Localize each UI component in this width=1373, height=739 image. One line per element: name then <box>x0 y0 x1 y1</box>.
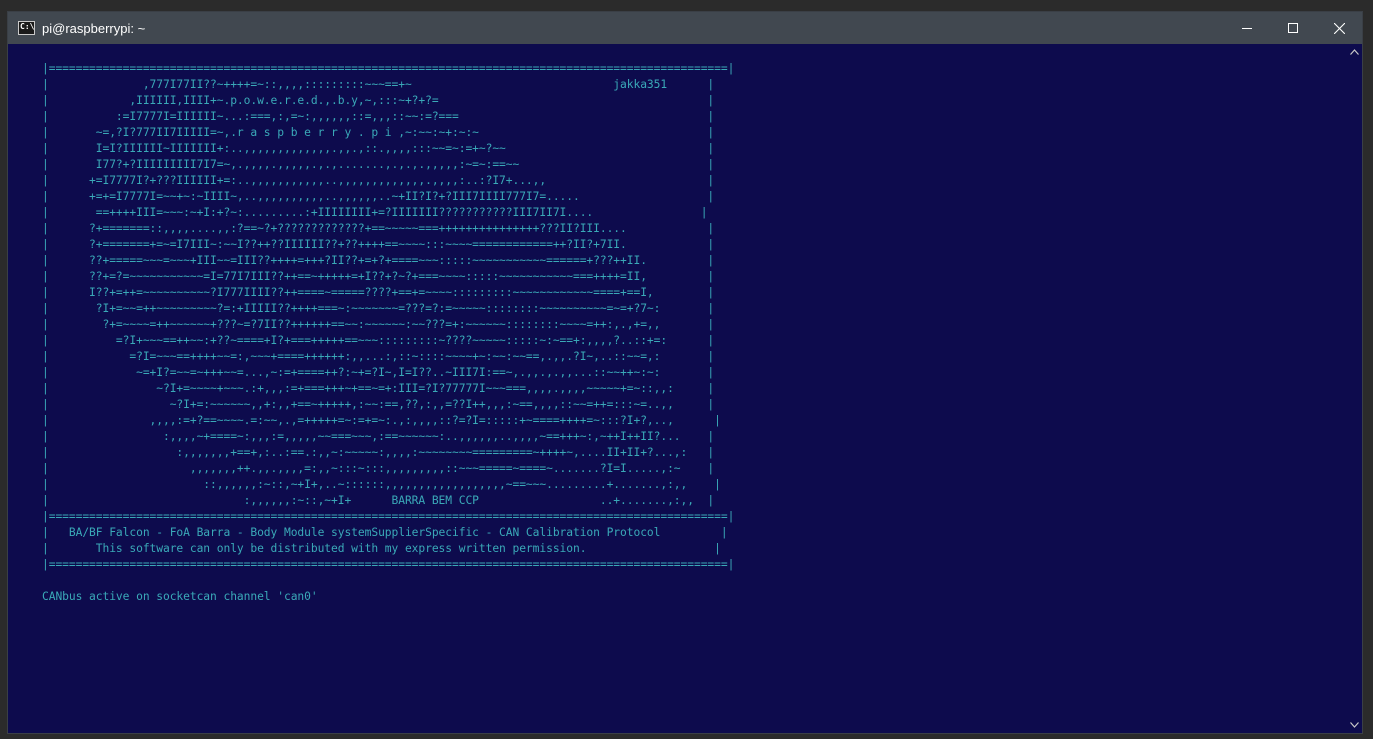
terminal-line: | ,IIIIII,IIII+~.p.o.w.e.r.e.d.,.b.y,~,:… <box>42 94 715 107</box>
terminal-line: | I=I?IIIIII~IIIIIII+:..,,,,,,,,,,,,,.,,… <box>42 142 715 155</box>
maximize-button[interactable] <box>1270 12 1316 44</box>
maximize-icon <box>1288 23 1298 33</box>
terminal-line: | I??+=++=~~~~~~~~~~?I777IIII??++====~==… <box>42 286 715 299</box>
window-controls <box>1224 12 1362 44</box>
terminal-line: | ?+=======+=~=I7III~:~~I??++??IIIIII??+… <box>42 238 715 251</box>
minimize-icon <box>1242 28 1252 29</box>
terminal-line: | =?I+~~~==++~~:+??~====+I?+===+++++==~~… <box>42 334 715 347</box>
terminal-window: C:\ pi@raspberrypi: ~ |=================… <box>8 12 1362 733</box>
terminal-line: | +=+=I7777I=~~+~:~IIII~,..,,,,,,,,,,..,… <box>42 190 715 203</box>
terminal-line: | ?I+=~~=++~~~~~~~~~?=:+IIIII??++++===~:… <box>42 302 715 315</box>
terminal-line: | ==++++III=~~~:~+I:+?~:.........:+IIIII… <box>42 206 708 219</box>
terminal-line: | ~=+I?=~~=~+++~~=...,~:=+====++?:~+=?I~… <box>42 366 715 379</box>
terminal-line: | :,,,,,,:~::,~+I+ BARRA BEM CCP ..+....… <box>42 494 715 507</box>
terminal-line: |=======================================… <box>42 558 735 571</box>
close-icon <box>1333 22 1345 34</box>
terminal-line: | ,,,,:=+?==~~~~.=:~~,.,=+++++=~:=+=~:.,… <box>42 414 721 427</box>
chevron-down-icon <box>1349 722 1359 728</box>
app-icon-label: C:\ <box>20 22 35 31</box>
terminal-line: | ??+=====~~~=~~~+III~~=III??++++=+++?II… <box>42 254 715 267</box>
terminal-line: | :=I7777I=IIIIII~...:===,:,=~:,,,,,,::=… <box>42 110 715 123</box>
close-button[interactable] <box>1316 12 1362 44</box>
window-title: pi@raspberrypi: ~ <box>42 20 146 36</box>
vertical-scrollbar[interactable] <box>1346 44 1362 733</box>
terminal-line: | ,,,,,,,++.,,.,,,,=:,,~:::~:::,,,,,,,,,… <box>42 462 715 475</box>
terminal-line: | BA/BF Falcon - FoA Barra - Body Module… <box>42 526 728 539</box>
terminal-line: | :,,,,~+====~:,,,:=,,,,,~~===~~~,:==~~~… <box>42 430 715 443</box>
terminal-line: |=======================================… <box>42 62 735 75</box>
scroll-up-arrow[interactable] <box>1346 44 1362 60</box>
scroll-down-arrow[interactable] <box>1346 717 1362 733</box>
terminal-line: | ??+=?=~~~~~~~~~~~=I=77I7III??++==~++++… <box>42 270 715 283</box>
terminal-line: | =?I=~~~==++++~~=:,~~~+====++++++:,,...… <box>42 350 715 363</box>
terminal-output-area[interactable]: |=======================================… <box>8 44 1346 733</box>
terminal-line: | ::,,,,,,:~::,~+I+,..~::::::,,,,,,,,,,,… <box>42 478 721 491</box>
terminal-line: | ?+=~~~~=++~~~~~~+???~=?7II??++++++==~~… <box>42 318 715 331</box>
title-bar[interactable]: C:\ pi@raspberrypi: ~ <box>8 12 1362 44</box>
terminal-text: |=======================================… <box>42 61 734 605</box>
terminal-line: CANbus active on socketcan channel 'can0… <box>42 590 318 603</box>
terminal-line: | ~=,?I?777II7IIIII=~,.r a s p b e r r y… <box>42 126 715 139</box>
terminal-line: | This software can only be distributed … <box>42 542 721 555</box>
chevron-up-icon <box>1349 49 1359 55</box>
terminal-line: | :,,,,,,,+==+,:..:==.:,,~:~~~~~:,,,,:~~… <box>42 446 715 459</box>
terminal-line: | ?+=======::,,,,....,,:?==~?+??????????… <box>42 222 715 235</box>
terminal-line: | ~?I+=~~~~+~~~.:+,,,:=+===+++~+==~=+:II… <box>42 382 715 395</box>
terminal-line: |=======================================… <box>42 510 735 523</box>
terminal-line: | I77?+?IIIIIIIII7I7=~,.,,,,.,,,,,.,.,..… <box>42 158 715 171</box>
terminal-line: | +=I7777I?+???IIIIII+=:..,,,,,,,,,,,..,… <box>42 174 715 187</box>
terminal-line: | ~?I+=:~~~~~~,,+:,,+==~+++++,:~~:==,??,… <box>42 398 715 411</box>
console-app-icon: C:\ <box>18 21 35 35</box>
terminal-line: | ,777I77II??~++++=~::,,,,:::::::::~~~==… <box>42 78 715 91</box>
minimize-button[interactable] <box>1224 12 1270 44</box>
